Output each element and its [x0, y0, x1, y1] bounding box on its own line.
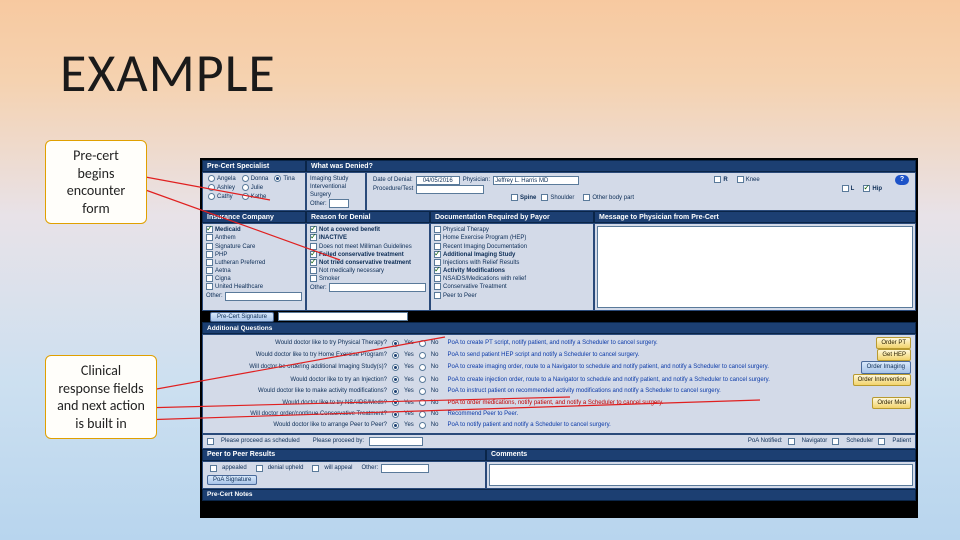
checkbox[interactable] — [256, 465, 263, 472]
other-input[interactable] — [329, 283, 426, 292]
checkbox[interactable] — [863, 185, 870, 192]
radio-no[interactable] — [419, 411, 426, 418]
radio-yes[interactable] — [392, 422, 399, 429]
precert-signature-button[interactable]: Pre-Cert Signature — [210, 312, 274, 322]
message-textarea[interactable] — [597, 226, 913, 308]
checkbox[interactable] — [842, 185, 849, 192]
radio-yes[interactable] — [392, 376, 399, 383]
radio-yes[interactable] — [392, 399, 399, 406]
radio-no[interactable] — [419, 388, 426, 395]
date-input[interactable]: 04/05/2016 — [416, 176, 460, 185]
col-docs: Documentation Required by Payor — [430, 211, 594, 223]
precert-notes-header: Pre-Cert Notes — [202, 489, 916, 501]
checkbox[interactable] — [310, 234, 317, 241]
poa-signature-button[interactable]: PoA Signature — [207, 475, 257, 485]
checkbox[interactable] — [310, 275, 317, 282]
checkbox[interactable] — [434, 226, 441, 233]
checkbox[interactable] — [434, 251, 441, 258]
checkbox[interactable] — [434, 267, 441, 274]
radio-no[interactable] — [419, 352, 426, 359]
action-button[interactable]: Get HEP — [877, 349, 911, 361]
col-message: Message to Physician from Pre-Cert — [594, 211, 916, 223]
header-precert: Pre-Cert Specialist — [202, 160, 306, 172]
col-reason: Reason for Denial — [306, 211, 430, 223]
action-button[interactable]: Order PT — [876, 337, 911, 349]
radio-yes[interactable] — [392, 364, 399, 371]
radio-yes[interactable] — [392, 352, 399, 359]
checkbox[interactable] — [210, 465, 217, 472]
physician-input[interactable]: Jeffrey L. Harris MD — [493, 176, 579, 185]
p2p-header: Peer to Peer Results — [202, 449, 486, 461]
checkbox[interactable] — [714, 176, 721, 183]
p2p-other-input[interactable] — [381, 464, 429, 473]
action-button[interactable]: Order Imaging — [861, 361, 911, 373]
action-button[interactable]: Order Med — [872, 397, 911, 409]
checkbox[interactable] — [788, 438, 795, 445]
radio[interactable] — [242, 175, 249, 182]
col-insurance: Insurance Company — [202, 211, 306, 223]
checkbox[interactable] — [310, 267, 317, 274]
ehr-form-screenshot: Pre-Cert Specialist What was Denied? Ang… — [200, 158, 918, 518]
other-input[interactable] — [225, 292, 302, 301]
radio-no[interactable] — [419, 422, 426, 429]
radio-no[interactable] — [419, 399, 426, 406]
radio[interactable] — [274, 175, 281, 182]
radio-yes[interactable] — [392, 388, 399, 395]
checkbox[interactable] — [312, 465, 319, 472]
checkbox[interactable] — [206, 251, 213, 258]
callout-clinical: Clinical response fields and next action… — [45, 355, 157, 439]
checkbox[interactable] — [434, 283, 441, 290]
checkbox[interactable] — [206, 267, 213, 274]
checkbox[interactable] — [541, 194, 548, 201]
checkbox[interactable] — [583, 194, 590, 201]
radio-no[interactable] — [419, 364, 426, 371]
checkbox[interactable] — [878, 438, 885, 445]
checkbox[interactable] — [206, 283, 213, 290]
slide-title: EXAMPLE — [60, 40, 276, 106]
radio-yes[interactable] — [392, 340, 399, 347]
checkbox[interactable] — [207, 438, 214, 445]
sig-input[interactable] — [278, 312, 408, 321]
checkbox[interactable] — [206, 275, 213, 282]
checkbox[interactable] — [206, 243, 213, 250]
checkbox[interactable] — [434, 234, 441, 241]
checkbox[interactable] — [737, 176, 744, 183]
checkbox[interactable] — [832, 438, 839, 445]
radio-no[interactable] — [419, 376, 426, 383]
radio[interactable] — [242, 184, 249, 191]
checkbox[interactable] — [206, 259, 213, 266]
radio[interactable] — [242, 193, 249, 200]
header-denied: What was Denied? — [306, 160, 916, 172]
comments-header: Comments — [486, 449, 916, 461]
radio[interactable] — [208, 193, 215, 200]
checkbox[interactable] — [206, 234, 213, 241]
additional-questions-header: Additional Questions — [202, 322, 916, 334]
checkbox[interactable] — [310, 259, 317, 266]
help-icon[interactable]: ? — [895, 175, 909, 185]
checkbox[interactable] — [206, 226, 213, 233]
radio[interactable] — [208, 184, 215, 191]
checkbox[interactable] — [511, 194, 518, 201]
action-button[interactable]: Order Intervention — [853, 374, 911, 386]
radio-no[interactable] — [419, 340, 426, 347]
proceed-by-input[interactable] — [369, 437, 423, 446]
comments-textarea[interactable] — [489, 464, 913, 486]
proc-input[interactable] — [416, 185, 484, 194]
radio[interactable] — [208, 175, 215, 182]
radio-yes[interactable] — [392, 411, 399, 418]
checkbox[interactable] — [434, 292, 441, 299]
checkbox[interactable] — [434, 275, 441, 282]
input[interactable] — [329, 199, 349, 208]
callout-precert: Pre-cert begins encounter form — [45, 140, 147, 224]
